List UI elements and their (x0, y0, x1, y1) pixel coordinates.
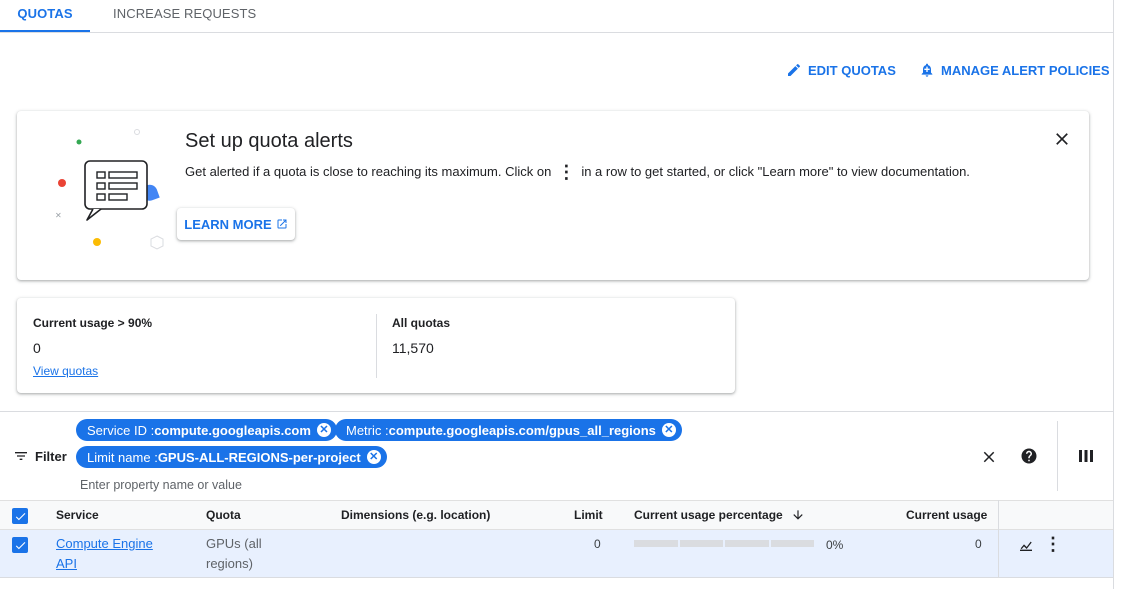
tab-increase-requests[interactable]: INCREASE REQUESTS (113, 0, 256, 32)
help-icon[interactable] (1020, 447, 1038, 465)
check-icon (15, 541, 25, 549)
summary-divider (376, 314, 377, 378)
column-header-usage-percentage[interactable]: Current usage percentage (634, 508, 805, 522)
service-link-line2[interactable]: API (56, 554, 153, 574)
remove-chip-icon[interactable]: ✕ (316, 423, 331, 437)
filter-input[interactable] (80, 478, 580, 492)
progress-segment (725, 540, 769, 547)
column-display-icon[interactable] (1078, 448, 1094, 464)
current-usage-cell: 0 (975, 537, 982, 551)
column-header-quota[interactable]: Quota (206, 508, 241, 522)
alert-description: Get alerted if a quota is close to reach… (185, 161, 970, 182)
filter-list-icon (15, 452, 27, 460)
progress-segment (770, 540, 814, 547)
open-in-new-icon (277, 219, 287, 229)
manage-alert-policies-label: MANAGE ALERT POLICIES (941, 62, 1110, 78)
pencil-icon (788, 63, 801, 76)
check-icon (15, 512, 25, 520)
table-row[interactable]: Compute Engine API GPUs (all regions) 0 … (0, 530, 1113, 578)
remove-chip-icon[interactable]: ✕ (661, 423, 676, 437)
row-checkbox[interactable] (12, 537, 28, 553)
toolbar-separator (1057, 421, 1058, 491)
select-all-checkbox[interactable] (12, 508, 28, 524)
chip-key: Limit name : (87, 449, 158, 465)
usage-progress-bar (634, 540, 814, 547)
all-quotas-value: 11,570 (392, 340, 434, 356)
filter-chip-service-id[interactable]: Service ID : compute.googleapis.com ✕ (76, 419, 337, 441)
sort-descending-icon (793, 510, 803, 520)
monitoring-chart-icon[interactable] (1018, 537, 1034, 553)
alert-text-after: in a row to get started, or click "Learn… (581, 164, 970, 179)
service-link[interactable]: Compute Engine (56, 534, 153, 554)
quota-alerts-card: ✕ Set up quota alerts Get alerted if a q… (17, 111, 1089, 280)
chip-value: compute.googleapis.com/gpus_all_regions (388, 422, 656, 438)
edit-quotas-label: EDIT QUOTAS (808, 62, 896, 78)
column-header-dimensions[interactable]: Dimensions (e.g. location) (341, 508, 490, 522)
quota-summary-card: Current usage > 90% 0 View quotas All qu… (17, 298, 735, 393)
more-vert-icon: ⋮ (557, 161, 576, 182)
quota-cell: GPUs (all regions) (206, 534, 262, 574)
usage-over-90-summary: Current usage > 90% 0 View quotas (33, 316, 152, 378)
chip-key: Metric : (346, 422, 389, 438)
more-vert-icon[interactable]: ⋮ (1044, 534, 1062, 554)
learn-more-button[interactable]: LEARN MORE (177, 208, 295, 240)
filter-label: Filter (35, 448, 67, 464)
clear-filter-icon[interactable] (980, 448, 998, 466)
alert-text-before: Get alerted if a quota is close to reach… (185, 164, 552, 179)
view-quotas-link[interactable]: View quotas (33, 364, 152, 378)
quota-line1: GPUs (all (206, 536, 262, 551)
table-header: Service Quota Dimensions (e.g. location)… (0, 500, 1113, 530)
alert-illustration-icon: ✕ (55, 129, 164, 250)
page-right-border (1113, 0, 1114, 589)
close-alert-icon[interactable] (1052, 129, 1072, 149)
filter-button[interactable]: Filter (13, 448, 67, 464)
chip-key: Service ID : (87, 422, 155, 438)
all-quotas-label: All quotas (392, 316, 451, 330)
chip-value: compute.googleapis.com (154, 422, 311, 438)
filter-chip-metric[interactable]: Metric : compute.googleapis.com/gpus_all… (335, 419, 682, 441)
remove-chip-icon[interactable]: ✕ (366, 450, 381, 464)
svg-text:✕: ✕ (55, 211, 62, 220)
manage-alert-policies-button[interactable]: MANAGE ALERT POLICIES (919, 60, 1110, 80)
all-quotas-summary: All quotas 11,570 (392, 316, 450, 356)
filter-divider (0, 411, 1113, 412)
chip-value: GPUS-ALL-REGIONS-per-project (157, 449, 361, 465)
usage-percentage-label: Current usage percentage (634, 508, 783, 522)
usage-percentage-cell: 0% (826, 538, 844, 552)
edit-quotas-button[interactable]: EDIT QUOTAS (786, 60, 896, 80)
bell-add-icon (921, 63, 933, 77)
column-header-limit[interactable]: Limit (574, 508, 603, 522)
limit-cell: 0 (594, 537, 601, 551)
service-cell: Compute Engine API (56, 534, 153, 574)
tab-quotas[interactable]: QUOTAS (0, 0, 90, 32)
learn-more-label: LEARN MORE (184, 216, 272, 232)
action-column-separator (998, 500, 999, 578)
usage-over-90-label: Current usage > 90% (33, 316, 153, 330)
usage-over-90-value: 0 (33, 340, 41, 356)
column-header-service[interactable]: Service (56, 508, 99, 522)
alert-title: Set up quota alerts (185, 130, 353, 152)
tab-bar: QUOTAS INCREASE REQUESTS (0, 0, 1113, 33)
progress-segment (679, 540, 723, 547)
quota-line2: regions) (206, 556, 253, 571)
column-header-current-usage[interactable]: Current usage (906, 508, 987, 522)
progress-segment (634, 540, 678, 547)
filter-chip-limit-name[interactable]: Limit name : GPUS-ALL-REGIONS-per-projec… (76, 446, 387, 468)
